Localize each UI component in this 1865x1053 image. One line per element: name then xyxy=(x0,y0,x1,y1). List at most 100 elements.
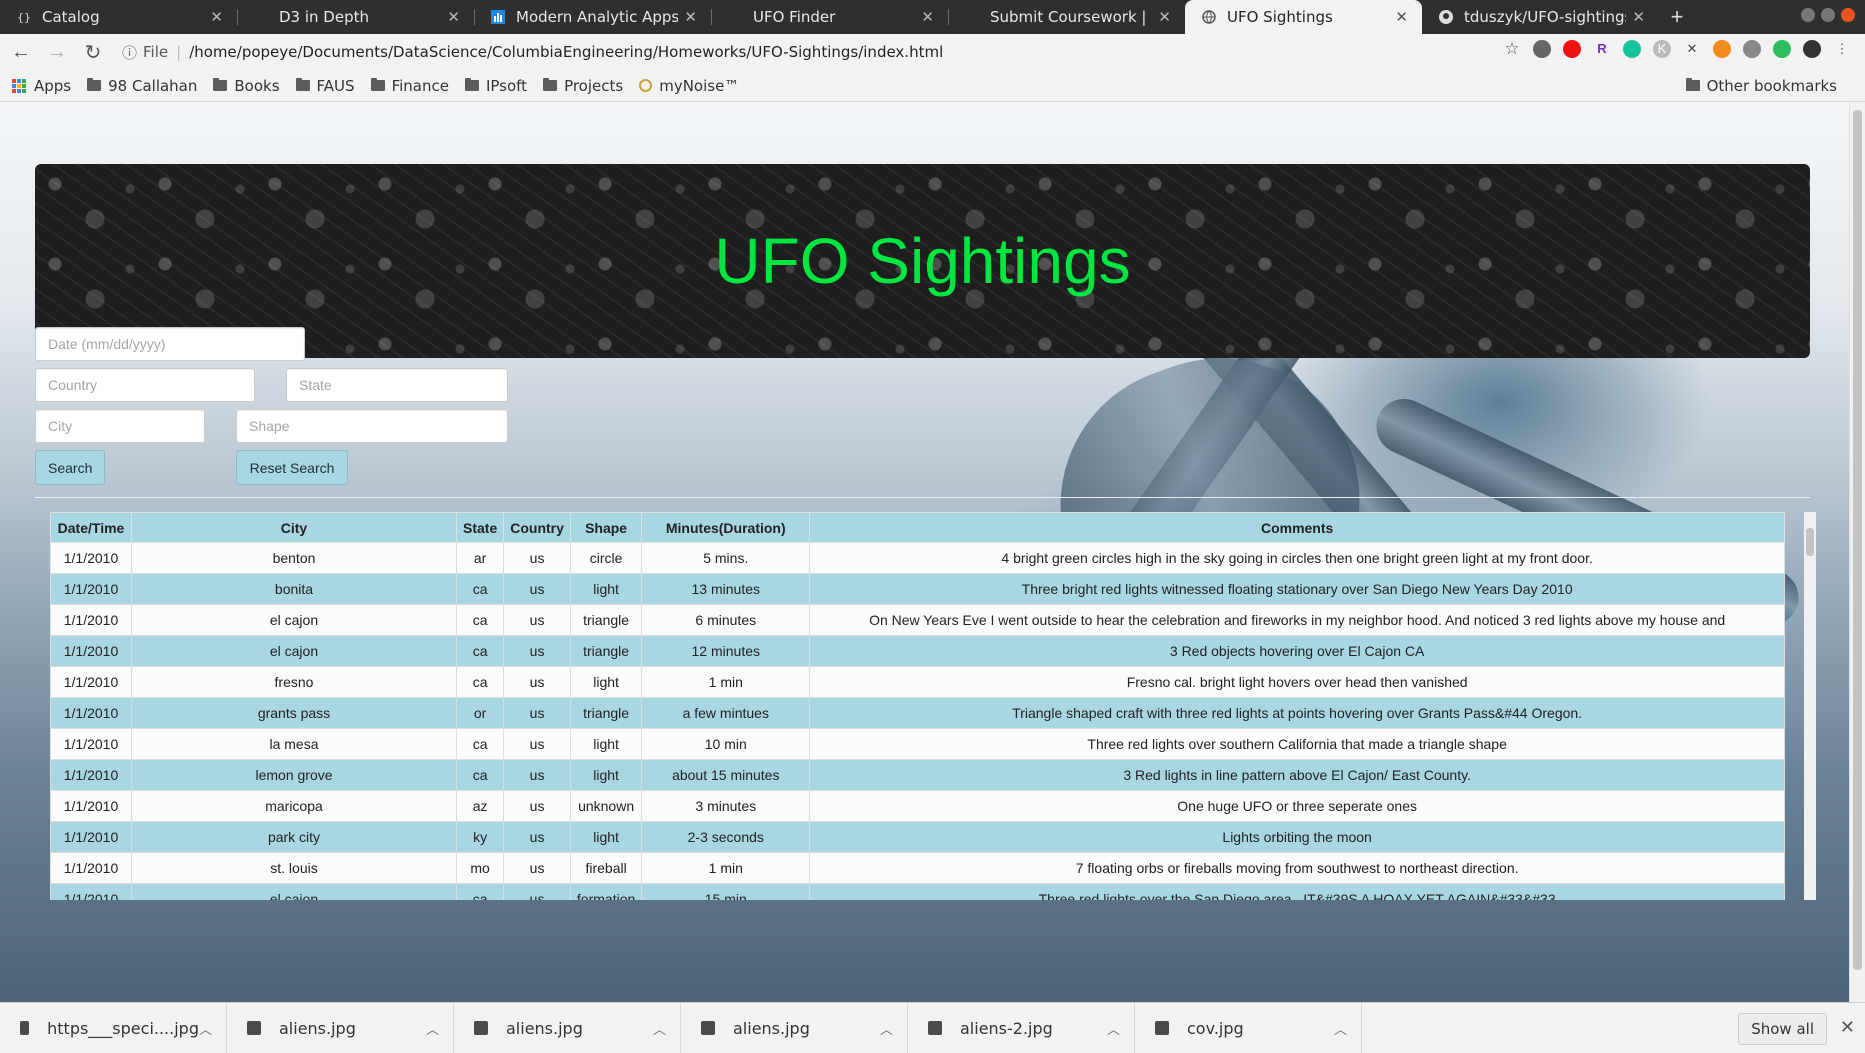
folder-icon xyxy=(213,78,228,91)
show-all-downloads-button[interactable]: Show all xyxy=(1738,1013,1827,1045)
close-icon[interactable]: ✕ xyxy=(447,8,460,26)
cell-datetime: 1/1/2010 xyxy=(50,635,132,667)
cell-comments: 3 Red lights in line pattern above El Ca… xyxy=(809,759,1785,791)
forward-arrow-icon[interactable]: → xyxy=(42,37,72,67)
cell-shape: unknown xyxy=(569,790,643,822)
cell-city: park city xyxy=(131,821,457,853)
city-input[interactable] xyxy=(35,409,205,443)
star-icon[interactable]: ☆ xyxy=(1503,40,1521,58)
orange-extension-icon[interactable] xyxy=(1713,40,1731,58)
close-icon[interactable]: ✕ xyxy=(1632,8,1645,26)
extension-circle-icon[interactable] xyxy=(1533,40,1551,58)
chevron-up-icon[interactable]: ︿ xyxy=(199,1019,212,1038)
tab-title: Catalog xyxy=(42,8,100,26)
new-tab-plus-icon[interactable]: + xyxy=(1659,0,1695,34)
chevron-up-icon[interactable]: ︿ xyxy=(880,1019,893,1038)
search-button[interactable]: Search xyxy=(35,450,105,485)
table-header-row: Date/Time City State Country Shape Minut… xyxy=(50,512,1785,543)
download-item[interactable]: https___speci....jpg ︿ xyxy=(0,1002,227,1053)
bookmark-books[interactable]: Books xyxy=(213,77,280,95)
tab-github-ufo-sightings[interactable]: tduszyk/UFO-sightings ✕ xyxy=(1422,0,1659,34)
chevron-up-icon[interactable]: ︿ xyxy=(653,1019,666,1038)
bookmark-apps[interactable]: Apps xyxy=(12,77,71,95)
profile-avatar-icon[interactable] xyxy=(1803,40,1821,58)
country-input[interactable] xyxy=(35,368,255,402)
close-icon[interactable]: ✕ xyxy=(1395,8,1408,26)
cell-duration: 15 min xyxy=(641,883,811,900)
timer-icon[interactable] xyxy=(1743,40,1761,58)
download-item[interactable]: aliens.jpg ︿ xyxy=(227,1002,454,1053)
apps-grid-icon xyxy=(12,78,26,93)
table-row: 1/1/2010 bonita ca us light 13 minutes Three b… xyxy=(50,573,1785,605)
close-icon[interactable]: ✕ xyxy=(921,8,934,26)
cell-city: st. louis xyxy=(131,852,457,884)
cell-comments: 3 Red objects hovering over El Cajon CA xyxy=(809,635,1785,667)
chevron-up-icon[interactable]: ︿ xyxy=(1107,1019,1120,1038)
back-arrow-icon[interactable]: ← xyxy=(6,37,36,67)
bookmark-projects[interactable]: Projects xyxy=(543,77,623,95)
grammarly-icon[interactable] xyxy=(1623,40,1641,58)
opera-icon[interactable] xyxy=(1563,40,1581,58)
cell-duration: 13 minutes xyxy=(641,573,811,605)
tab-ufo-finder[interactable]: UFO Finder ✕ xyxy=(711,0,948,34)
download-item[interactable]: cov.jpg ︿ xyxy=(1135,1002,1362,1053)
cell-duration: 1 min xyxy=(641,852,811,884)
cell-duration: 10 min xyxy=(641,728,811,760)
download-item[interactable]: aliens.jpg ︿ xyxy=(454,1002,681,1053)
reload-icon[interactable]: ↻ xyxy=(78,37,108,67)
close-icon[interactable]: ✕ xyxy=(684,8,697,26)
download-item[interactable]: aliens-2.jpg ︿ xyxy=(908,1002,1135,1053)
tab-submit-coursework[interactable]: Submit Coursework | Boo ✕ xyxy=(948,0,1185,34)
cell-country: us xyxy=(503,728,571,760)
page-scrollbar[interactable] xyxy=(1849,102,1865,1002)
tab-title: tduszyk/UFO-sightings xyxy=(1464,8,1627,26)
close-icon[interactable]: ✕ xyxy=(1158,8,1171,26)
tab-d3-in-depth[interactable]: D3 in Depth ✕ xyxy=(237,0,474,34)
window-close-icon[interactable] xyxy=(1841,8,1855,22)
bookmark-finance[interactable]: Finance xyxy=(370,77,449,95)
page-scroll-thumb[interactable] xyxy=(1853,110,1862,970)
cell-comments: On New Years Eve I went outside to hear … xyxy=(809,604,1785,636)
tab-ufo-sightings[interactable]: UFO Sightings ✕ xyxy=(1185,0,1422,34)
cell-duration: a few mintues xyxy=(641,697,811,729)
bookmark-other-bookmarks[interactable]: Other bookmarks xyxy=(1685,77,1837,95)
bookmark-faus[interactable]: FAUS xyxy=(295,77,355,95)
tab-modern-analytic-apps[interactable]: Modern Analytic Apps for ✕ xyxy=(474,0,711,34)
state-input[interactable] xyxy=(286,368,508,402)
shape-input[interactable] xyxy=(236,409,508,443)
sightings-table-container[interactable]: Date/Time City State Country Shape Minut… xyxy=(50,512,1804,900)
k-extension-icon[interactable]: K xyxy=(1653,40,1671,58)
bookmark-mynoise[interactable]: myNoise™ xyxy=(639,77,739,95)
address-bar[interactable]: ⓘ File | /home/popeye/Documents/DataScie… xyxy=(122,42,943,63)
bookmark-98-callahan[interactable]: 98 Callahan xyxy=(87,77,197,95)
download-item[interactable]: aliens.jpg ︿ xyxy=(681,1002,908,1053)
bookmark-ipsoft[interactable]: IPsoft xyxy=(464,77,527,95)
cell-comments: 7 floating orbs or fireballs moving from… xyxy=(809,852,1785,884)
table-scroll-thumb[interactable] xyxy=(1806,528,1814,556)
cell-city: fresno xyxy=(131,666,457,698)
cell-datetime: 1/1/2010 xyxy=(50,790,132,822)
cell-city: bonita xyxy=(131,573,457,605)
cell-shape: light xyxy=(569,666,643,698)
menu-icon[interactable]: ⋮ xyxy=(1833,40,1851,58)
info-icon[interactable]: ⓘ xyxy=(122,42,137,63)
chevron-up-icon[interactable]: ︿ xyxy=(1334,1019,1347,1038)
tab-catalog[interactable]: {} Catalog ✕ xyxy=(0,0,237,34)
cell-duration: 5 mins. xyxy=(641,542,811,574)
r-extension-icon[interactable]: R xyxy=(1593,40,1611,58)
minimize-icon[interactable] xyxy=(1801,8,1815,22)
evernote-icon[interactable] xyxy=(1773,40,1791,58)
date-input[interactable] xyxy=(35,327,305,361)
table-row: 1/1/2010 grants pass or us triangle a few min… xyxy=(50,697,1785,729)
folder-icon xyxy=(464,78,479,91)
tools-icon[interactable]: ✕ xyxy=(1683,40,1701,58)
maximize-icon[interactable] xyxy=(1821,8,1835,22)
cell-state: ar xyxy=(455,542,505,574)
close-icon[interactable]: ✕ xyxy=(1840,1017,1855,1038)
reset-search-button[interactable]: Reset Search xyxy=(236,450,348,485)
close-icon[interactable]: ✕ xyxy=(210,8,223,26)
table-scrollbar[interactable] xyxy=(1804,512,1816,900)
chevron-up-icon[interactable]: ︿ xyxy=(426,1019,439,1038)
table-row: 1/1/2010 st. louis mo us fireball 1 min 7 floa… xyxy=(50,852,1785,884)
blank-icon xyxy=(727,9,743,25)
